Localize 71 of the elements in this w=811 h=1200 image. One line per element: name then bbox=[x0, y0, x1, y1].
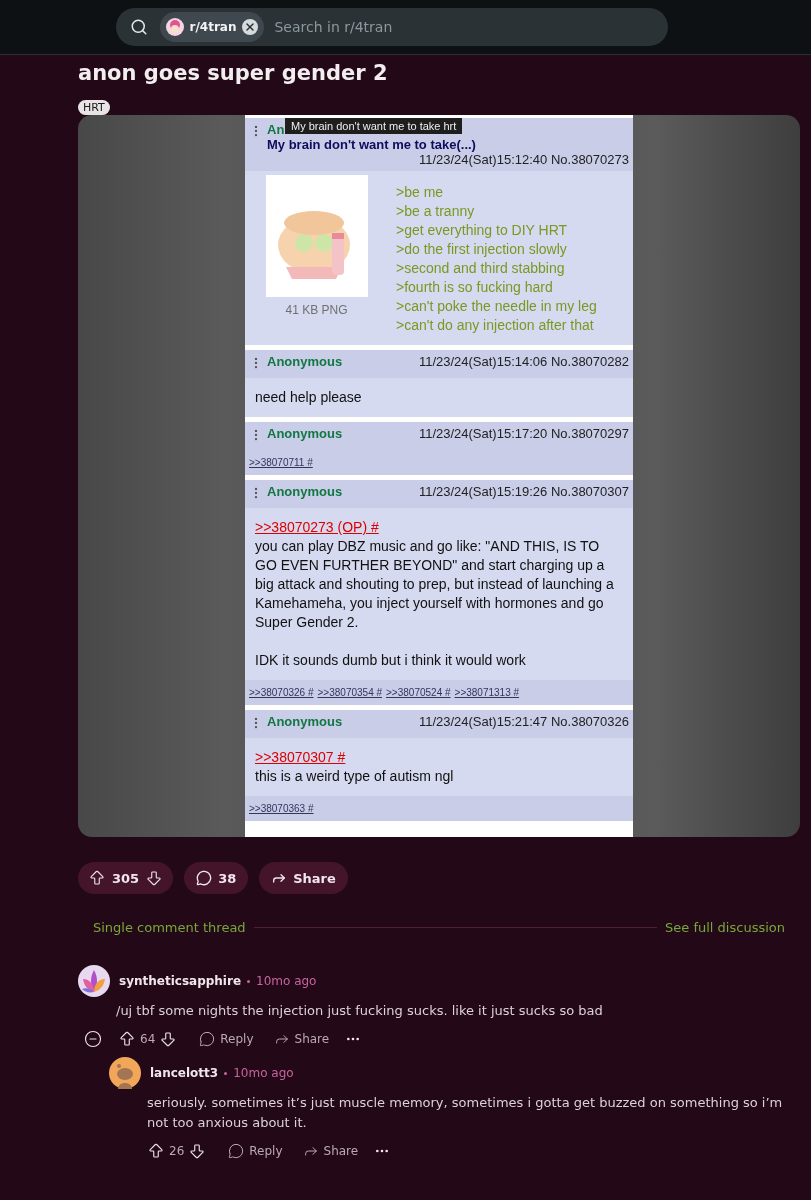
reply-button[interactable]: Reply bbox=[220, 1139, 291, 1163]
reply-link[interactable]: >>38070326 # bbox=[249, 687, 314, 698]
search-field[interactable]: r/4tran Search in r/4tran bbox=[115, 8, 668, 46]
collapse-icon[interactable] bbox=[84, 1030, 102, 1048]
post-text: need help please bbox=[255, 388, 363, 407]
avatar-icon bbox=[109, 1057, 141, 1089]
comments-button[interactable]: 38 bbox=[184, 862, 249, 894]
post-date: 11/23/24(Sat)15:14:06 No.38070282 bbox=[418, 354, 629, 369]
post-date: 11/23/24(Sat)15:17:20 No.38070297 bbox=[418, 426, 629, 441]
reply-link[interactable]: >>38071313 # bbox=[454, 687, 520, 698]
quote-link[interactable]: >>38070273 (OP) # bbox=[255, 518, 623, 537]
quote-link[interactable]: >>38070307 # bbox=[255, 748, 623, 767]
post-title: anon goes super gender 2 bbox=[78, 61, 389, 85]
greentext-line: >fourth is so fucking hard bbox=[396, 278, 554, 297]
downvote-icon[interactable] bbox=[159, 1030, 178, 1048]
vote-count: 64 bbox=[140, 1032, 156, 1046]
post-date: 11/23/24(Sat)15:19:26 No.38070307 bbox=[418, 484, 629, 499]
post-date: 11/23/24(Sat)15:12:40 No.38070273 bbox=[418, 152, 629, 167]
reply-link[interactable]: >>38070524 # bbox=[386, 687, 451, 698]
timestamp: 10mo ago bbox=[233, 1066, 294, 1080]
reply-button[interactable]: Reply bbox=[191, 1027, 262, 1051]
upvote-icon[interactable] bbox=[118, 1030, 136, 1048]
thread-label: Single comment thread bbox=[93, 920, 246, 935]
greentext-line: >can't poke the needle in my leg bbox=[396, 297, 598, 316]
reply-link[interactable]: >>38070354 # bbox=[317, 687, 383, 698]
separator-dot bbox=[247, 979, 251, 983]
poster-name: An bbox=[267, 122, 285, 137]
greentext-line: >get everything to DIY HRT bbox=[396, 221, 569, 240]
post-text: this is a weird type of autism ngl bbox=[255, 767, 455, 786]
share-button[interactable]: Share bbox=[265, 1027, 338, 1051]
downvote-icon[interactable] bbox=[145, 869, 164, 887]
username[interactable]: syntheticsapphire bbox=[119, 974, 242, 988]
greentext-line: >do the first injection slowly bbox=[396, 240, 568, 259]
greentext-line: >second and third stabbing bbox=[396, 259, 566, 278]
poster-name: Anonymous bbox=[267, 426, 343, 441]
share-button[interactable]: Share bbox=[294, 1139, 367, 1163]
comment-icon bbox=[196, 870, 213, 886]
downvote-icon[interactable] bbox=[188, 1142, 207, 1160]
full-discussion-link[interactable]: See full discussion bbox=[665, 920, 785, 935]
reply-link[interactable]: >>38070711 # bbox=[249, 457, 313, 468]
poster-name: Anonymous bbox=[267, 354, 343, 369]
post-text: IDK it sounds dumb but i think it would work bbox=[255, 651, 527, 670]
community-chip[interactable]: r/4tran bbox=[159, 12, 265, 42]
post-text: you can play DBZ music and go like: "AND THIS, IS TO GO EVEN FURTHER BEYOND" and start charging up a big attack and shouting to prep, but instead of launching a Kamehameha, you inject yourself with hormones and go Super Gender 2. bbox=[255, 537, 615, 632]
community-icon bbox=[165, 18, 184, 36]
tooltip: My brain don't want me to take hrt bbox=[285, 118, 463, 134]
post-date: 11/23/24(Sat)15:21:47 No.38070326 bbox=[418, 714, 629, 729]
upvote-icon[interactable] bbox=[147, 1142, 165, 1160]
greentext-line: >be me bbox=[396, 183, 445, 202]
vote-count: 305 bbox=[112, 870, 140, 886]
greentext-line: >be a tranny bbox=[396, 202, 476, 221]
file-info: 41 KB PNG bbox=[285, 303, 348, 317]
poster-name: Anonymous bbox=[267, 484, 343, 499]
comment-icon bbox=[199, 1031, 216, 1047]
timestamp: 10mo ago bbox=[256, 974, 317, 988]
upvote-icon[interactable] bbox=[88, 869, 106, 887]
vote-count: 26 bbox=[169, 1144, 185, 1158]
username[interactable]: lancelott3 bbox=[150, 1066, 219, 1080]
flair-tag[interactable]: HRT bbox=[78, 100, 110, 115]
comment-text: /uj tbf some nights the injection just fucking sucks. like it just sucks so bad bbox=[116, 1002, 604, 1020]
avatar-icon bbox=[78, 965, 110, 997]
share-button[interactable]: Share bbox=[259, 862, 348, 894]
comment-icon bbox=[228, 1143, 245, 1159]
poster-name: Anonymous bbox=[267, 714, 343, 729]
comment-text: seriously. sometimes it’s just muscle memory, sometimes i gotta get buzzed on something so i’m not too anxious about it. bbox=[147, 1094, 784, 1132]
community-name: r/4tran bbox=[189, 20, 237, 34]
reply-link[interactable]: >>38070363 # bbox=[249, 803, 314, 814]
post-subject: My brain don't want me to take(...) bbox=[267, 137, 476, 152]
close-icon[interactable] bbox=[242, 19, 259, 35]
greentext-line: >can't do any injection after that bbox=[396, 316, 595, 335]
separator-dot bbox=[224, 1071, 228, 1075]
